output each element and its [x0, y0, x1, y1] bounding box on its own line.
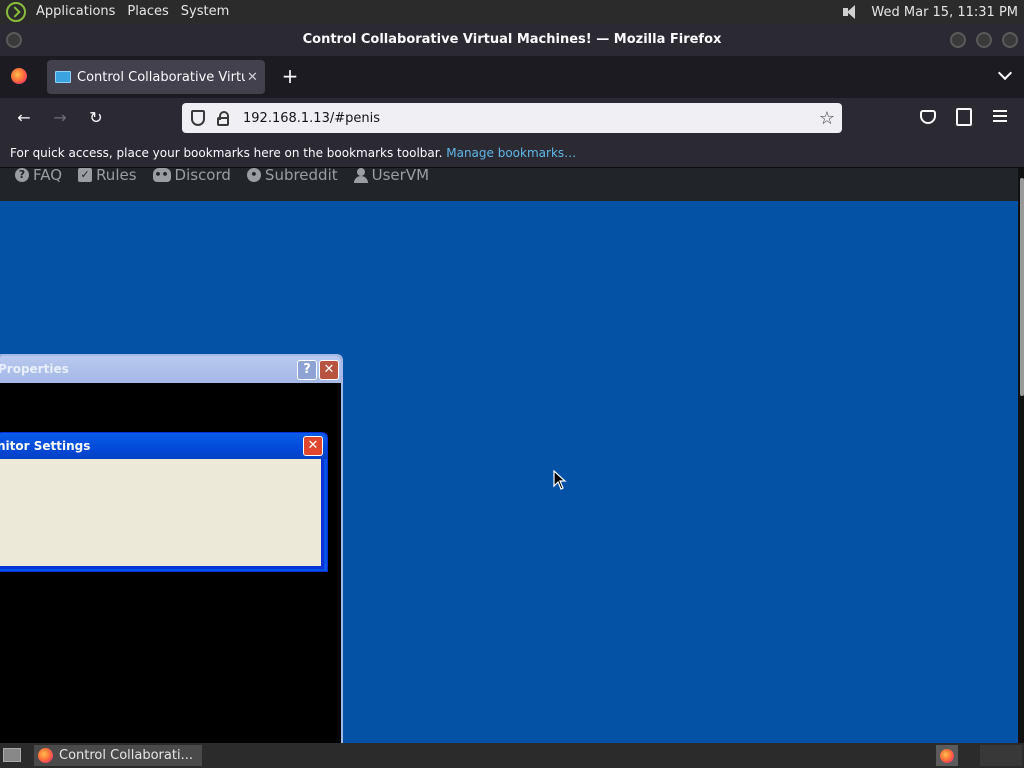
url-bar[interactable]: 192.168.1.13/#penis ☆ — [182, 103, 842, 133]
reload-button[interactable]: ↻ — [84, 106, 108, 130]
panel-clock[interactable]: Wed Mar 15, 11:31 PM — [871, 5, 1018, 20]
page-scrollbar[interactable] — [1018, 168, 1024, 743]
extensions-icon[interactable] — [956, 108, 972, 126]
scrollbar-thumb[interactable] — [1020, 178, 1024, 396]
question-icon: ? — [15, 168, 29, 182]
mouse-pointer-icon — [553, 470, 567, 490]
vm-monitor-settings-dialog[interactable]: nitor Settings ✕ — [0, 432, 328, 572]
chevron-down-icon[interactable] — [998, 68, 1012, 82]
places-menu[interactable]: Places — [121, 0, 174, 24]
system-menu[interactable]: System — [175, 0, 235, 24]
shield-icon[interactable] — [191, 110, 205, 126]
firefox-icon — [38, 748, 53, 763]
close-window-icon[interactable] — [1002, 32, 1018, 48]
nav-discord-label: Discord — [174, 168, 231, 184]
bookmarks-hint: For quick access, place your bookmarks h… — [10, 146, 443, 160]
top-panel: Applications Places System Wed Mar 15, 1… — [0, 0, 1024, 24]
nav-uservm-label: UserVM — [371, 168, 430, 184]
page-content: ? FAQ ✓ Rules •• Discord • Subreddit Use… — [0, 168, 1024, 743]
monitor-favicon-icon — [55, 71, 71, 83]
navigation-toolbar: ← → ↻ 192.168.1.13/#penis ☆ — [0, 98, 1024, 138]
vm-properties-title: Properties — [0, 362, 69, 376]
nav-discord[interactable]: •• Discord — [152, 168, 231, 184]
window-titlebar: Control Collaborative Virtual Machines! … — [0, 24, 1024, 56]
forward-button[interactable]: → — [48, 106, 72, 130]
pocket-icon[interactable] — [920, 110, 936, 124]
minimize-icon[interactable] — [950, 32, 966, 48]
firefox-view-icon[interactable] — [11, 68, 27, 84]
nav-faq-label: FAQ — [33, 168, 63, 184]
reddit-icon: • — [246, 168, 261, 182]
bottom-panel: Control Collaborati... — [0, 743, 1024, 768]
tab-strip: Control Collaborative Virtual Machines! … — [0, 56, 1024, 98]
taskbar-item-label: Control Collaborati... — [59, 748, 193, 763]
window-menu-icon[interactable] — [6, 32, 22, 48]
monitor-settings-body — [0, 459, 324, 569]
tab-close-button[interactable]: ✕ — [247, 70, 258, 85]
bookmarks-toolbar: For quick access, place your bookmarks h… — [0, 138, 1024, 168]
check-icon: ✓ — [78, 168, 93, 182]
nav-subreddit-label: Subreddit — [264, 168, 338, 184]
firefox-icon — [940, 748, 954, 763]
maximize-icon[interactable] — [976, 32, 992, 48]
panel-tray: Wed Mar 15, 11:31 PM — [841, 4, 1024, 20]
lock-icon[interactable] — [217, 110, 229, 126]
applications-menu[interactable]: Applications — [30, 0, 121, 24]
tab-active[interactable]: Control Collaborative Virtual Machines! … — [47, 60, 265, 94]
nav-rules[interactable]: ✓ Rules — [78, 168, 137, 184]
volume-icon[interactable] — [841, 4, 861, 20]
show-desktop-icon[interactable] — [3, 748, 21, 762]
tab-title: Control Collaborative Virtual Machines! — [77, 69, 245, 85]
workspace-switcher-1[interactable] — [936, 745, 958, 766]
site-navbar: ? FAQ ✓ Rules •• Discord • Subreddit Use… — [0, 168, 1018, 201]
panel-menu-bar: Applications Places System — [0, 0, 235, 24]
nav-subreddit[interactable]: • Subreddit — [246, 168, 338, 184]
hamburger-menu-icon[interactable] — [993, 110, 1007, 122]
monitor-settings-title: nitor Settings — [0, 439, 91, 453]
back-button[interactable]: ← — [12, 106, 36, 130]
user-icon — [353, 168, 368, 183]
distro-logo-icon[interactable] — [6, 2, 26, 22]
taskbar-firefox-item[interactable]: Control Collaborati... — [34, 745, 202, 766]
workspace-switcher-2[interactable] — [980, 745, 1022, 766]
url-input[interactable]: 192.168.1.13/#penis — [243, 111, 380, 126]
monitor-settings-titlebar[interactable]: nitor Settings ✕ — [0, 433, 327, 459]
star-icon[interactable]: ☆ — [819, 108, 835, 129]
new-tab-button[interactable]: + — [279, 64, 301, 88]
manage-bookmarks-link[interactable]: Manage bookmarks… — [446, 146, 576, 160]
window-title: Control Collaborative Virtual Machines! … — [302, 32, 722, 47]
help-button[interactable]: ? — [297, 360, 317, 380]
vm-properties-titlebar[interactable]: Properties ? ✕ — [0, 356, 341, 383]
monitor-settings-close-button[interactable]: ✕ — [303, 436, 323, 456]
discord-icon: •• — [152, 168, 171, 182]
nav-faq[interactable]: ? FAQ — [15, 168, 62, 184]
properties-close-button[interactable]: ✕ — [319, 360, 339, 380]
nav-rules-label: Rules — [96, 168, 137, 184]
nav-uservm[interactable]: UserVM — [353, 168, 430, 184]
